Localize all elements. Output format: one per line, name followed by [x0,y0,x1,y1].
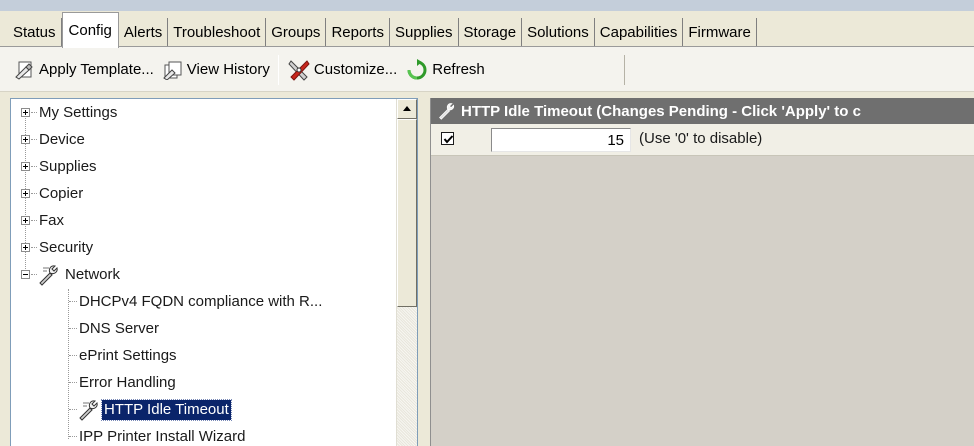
tree-item-device[interactable]: Device [11,127,391,153]
refresh-label: Refresh [432,61,485,78]
tree-item-label: My Settings [39,104,118,121]
customize-icon [288,59,310,81]
expand-icon[interactable] [21,108,30,117]
tree-item-label: IPP Printer Install Wizard [79,428,246,445]
refresh-button[interactable]: Refresh [401,55,489,85]
tree-item-label: ePrint Settings [79,347,177,364]
tab-troubleshoot[interactable]: Troubleshoot [168,18,267,47]
tree-item-security[interactable]: Security [11,235,391,261]
detail-pane: HTTP Idle Timeout (Changes Pending - Cli… [430,98,974,446]
tab-strip: Status Config Alerts Troubleshoot Groups… [0,0,974,48]
wrench-icon [79,400,98,421]
tab-alerts[interactable]: Alerts [119,18,169,47]
timeout-input[interactable] [491,128,631,152]
toolbar: Apply Template... View History Customize… [0,47,974,92]
timeout-hint: (Use '0' to disable) [639,130,763,147]
pane-splitter[interactable] [418,92,430,446]
tree-item-label: Fax [39,212,65,229]
setting-header: HTTP Idle Timeout (Changes Pending - Cli… [431,98,974,124]
wrench-icon [39,265,58,286]
tree-item-network[interactable]: Network [11,262,391,288]
tab-storage[interactable]: Storage [459,18,523,47]
tree-item-label: Supplies [39,158,97,175]
tab-solutions[interactable]: Solutions [522,18,595,47]
view-history-icon [163,61,182,80]
refresh-icon [407,58,427,79]
tree-item-http-idle-timeout[interactable]: HTTP Idle Timeout [11,397,391,423]
checkmark-icon [443,135,454,144]
toolbar-buttons: Apply Template... View History Customize… [10,53,489,86]
tab-status[interactable]: Status [8,18,62,47]
tree-item-label: Copier [39,185,84,202]
tree-item-supplies[interactable]: Supplies [11,154,391,180]
wrench-icon [439,103,455,120]
tree-item-label: DNS Server [79,320,160,337]
expand-icon[interactable] [21,162,30,171]
tree-item-fax[interactable]: Fax [11,208,391,234]
tab-capabilities[interactable]: Capabilities [595,18,684,47]
scroll-up-button[interactable] [397,99,417,119]
apply-template-button[interactable]: Apply Template... [10,55,158,85]
toolbar-end-separator [624,55,625,85]
tab-config[interactable]: Config [61,12,119,48]
expand-icon[interactable] [21,216,30,225]
tree-item-label: Security [39,239,94,256]
expand-icon[interactable] [21,189,30,198]
tree-item-copier[interactable]: Copier [11,181,391,207]
main-frame: My Settings Device Supplies Copier Fax S… [0,92,974,446]
config-tree[interactable]: My Settings Device Supplies Copier Fax S… [10,98,418,446]
tree-item-dns-server[interactable]: DNS Server [11,316,391,342]
expand-icon[interactable] [21,243,30,252]
tree-item-my-settings[interactable]: My Settings [11,100,391,126]
tree-item-label: DHCPv4 FQDN compliance with R... [79,293,323,310]
view-history-label: View History [186,61,270,78]
apply-template-icon [15,61,33,80]
tab-list: Status Config Alerts Troubleshoot Groups… [8,11,757,48]
apply-template-label: Apply Template... [39,61,154,78]
tree-item-ipp-printer-install-wizard[interactable]: IPP Printer Install Wizard [11,424,391,446]
tab-firmware[interactable]: Firmware [683,18,757,47]
scroll-thumb[interactable] [397,119,417,307]
tree-item-label: Device [39,131,85,148]
tab-supplies[interactable]: Supplies [390,18,459,47]
customize-label: Customize... [313,61,398,78]
enable-checkbox[interactable] [441,132,454,145]
tree-item-label: HTTP Idle Timeout [101,399,232,421]
customize-button[interactable]: Customize... [283,55,401,85]
tree-item-dhcpv4-fqdn[interactable]: DHCPv4 FQDN compliance with R... [11,289,391,315]
tab-reports[interactable]: Reports [326,18,390,47]
tree-scrollbar[interactable] [396,99,417,446]
setting-row: (Use '0' to disable) [431,124,974,156]
setting-title: HTTP Idle Timeout (Changes Pending - Cli… [461,102,861,120]
tab-groups[interactable]: Groups [266,18,327,47]
tree-item-error-handling[interactable]: Error Handling [11,370,391,396]
tree-item-eprint-settings[interactable]: ePrint Settings [11,343,391,369]
tab-strip-top-border [0,0,974,11]
collapse-icon[interactable] [21,270,30,279]
toolbar-separator [277,54,279,85]
expand-icon[interactable] [21,135,30,144]
tree-item-label: Network [65,266,121,283]
tree-item-label: Error Handling [79,374,176,391]
view-history-button[interactable]: View History [158,55,274,85]
